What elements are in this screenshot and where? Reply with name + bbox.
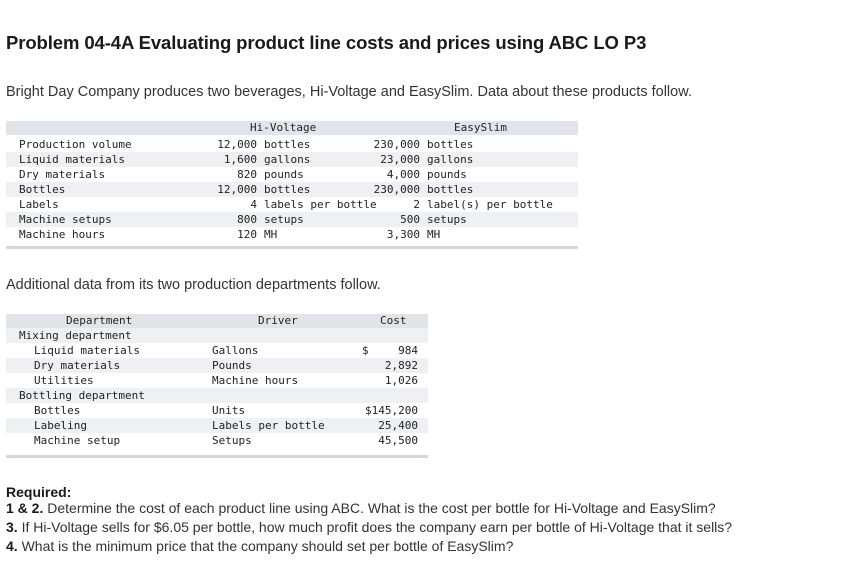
- row-label: Bottles: [19, 183, 66, 196]
- department-table-row: Utilities Machine hours 1,026: [0, 373, 430, 388]
- product-table-row: Machine hours 120 MH 3,300 MH: [0, 227, 580, 242]
- easyslim-unit: gallons: [427, 153, 474, 166]
- department-name: Utilities: [34, 374, 94, 387]
- driver-name: Machine hours: [212, 374, 299, 387]
- required-heading: Required:: [6, 484, 72, 500]
- easyslim-unit: bottles: [427, 183, 474, 196]
- department-cost: 45,500: [378, 434, 418, 447]
- department-table-row: Labeling Labels per bottle 25,400: [0, 418, 430, 433]
- easyslim-unit: setups: [427, 213, 467, 226]
- hi-voltage-unit: pounds: [264, 168, 304, 181]
- hi-voltage-unit: MH: [264, 228, 278, 241]
- row-label: Labels: [19, 198, 59, 211]
- required-item-text: If Hi-Voltage sells for $6.05 per bottle…: [17, 519, 733, 535]
- hi-voltage-quantity: 12,000: [217, 138, 257, 151]
- department-table-bottom-rule: [6, 455, 428, 458]
- easyslim-unit: label(s) per bottle: [427, 198, 553, 211]
- hi-voltage-quantity: 120: [237, 228, 257, 241]
- hi-voltage-quantity: 1,600: [223, 153, 257, 166]
- product-table-row: Production volume 12,000 bottles 230,000 bot…: [0, 137, 580, 152]
- department-cost: 984: [398, 344, 418, 357]
- hi-voltage-unit: gallons: [264, 153, 311, 166]
- header-hi-voltage: Hi-Voltage: [250, 121, 317, 134]
- hi-voltage-quantity: 4: [250, 198, 257, 211]
- dollar-sign: $: [362, 344, 369, 357]
- department-table-row: Dry materials Pounds 2,892: [0, 358, 430, 373]
- additional-data-text: Additional data from its two production …: [6, 277, 381, 293]
- hi-voltage-unit: setups: [264, 213, 304, 226]
- driver-name: Setups: [212, 434, 252, 447]
- easyslim-quantity: 3,300: [386, 228, 420, 241]
- easyslim-unit: pounds: [427, 168, 467, 181]
- driver-name: Gallons: [212, 344, 259, 357]
- department-cost: $145,200: [365, 404, 418, 417]
- product-table-row: Dry materials 820 pounds 4,000 pounds: [0, 167, 580, 182]
- department-cost: 25,400: [378, 419, 418, 432]
- product-table-row: Machine setups 800 setups 500 setups: [0, 212, 580, 227]
- department-name: Bottling department: [19, 389, 145, 402]
- product-table-row: Bottles 12,000 bottles 230,000 bottles: [0, 182, 580, 197]
- required-item: 3. If Hi-Voltage sells for $6.05 per bot…: [6, 519, 732, 535]
- header-driver: Driver: [258, 314, 298, 327]
- header-easyslim: EasySlim: [454, 121, 507, 134]
- product-table-bottom-rule: [6, 246, 578, 249]
- easyslim-unit: bottles: [427, 138, 474, 151]
- header-cost: Cost: [380, 314, 407, 327]
- department-table-row: Machine setup Setups 45,500: [0, 433, 430, 448]
- required-item-number: 4.: [6, 538, 18, 554]
- row-label: Liquid materials: [19, 153, 125, 166]
- department-name: Machine setup: [34, 434, 121, 447]
- hi-voltage-unit: bottles: [264, 138, 311, 151]
- hi-voltage-quantity: 800: [237, 213, 257, 226]
- department-table-row: Mixing department: [0, 328, 430, 343]
- department-cost: 1,026: [384, 374, 418, 387]
- row-label: Production volume: [19, 138, 132, 151]
- hi-voltage-quantity: 820: [237, 168, 257, 181]
- problem-title: Problem 04-4A Evaluating product line co…: [6, 32, 647, 53]
- easyslim-quantity: 500: [400, 213, 420, 226]
- driver-name: Labels per bottle: [212, 419, 325, 432]
- required-item-text: Determine the cost of each product line …: [43, 500, 716, 516]
- hi-voltage-unit: labels per bottle: [264, 198, 377, 211]
- driver-name: Units: [212, 404, 246, 417]
- required-item-number: 3.: [6, 519, 18, 535]
- easyslim-quantity: 230,000: [373, 138, 420, 151]
- driver-name: Pounds: [212, 359, 252, 372]
- department-name: Labeling: [34, 419, 87, 432]
- header-department: Department: [66, 314, 133, 327]
- department-name: Bottles: [34, 404, 81, 417]
- easyslim-unit: MH: [427, 228, 441, 241]
- row-label: Dry materials: [19, 168, 106, 181]
- department-table-row: Bottles Units $145,200: [0, 403, 430, 418]
- product-table-row: Liquid materials 1,600 gallons 23,000 gallon…: [0, 152, 580, 167]
- hi-voltage-unit: bottles: [264, 183, 311, 196]
- row-label: Machine setups: [19, 213, 112, 226]
- intro-text: Bright Day Company produces two beverage…: [6, 84, 692, 100]
- department-table-row: Liquid materials Gallons $984: [0, 343, 430, 358]
- required-item-number: 1 & 2.: [6, 500, 44, 516]
- department-name: Dry materials: [34, 359, 121, 372]
- easyslim-quantity: 23,000: [380, 153, 420, 166]
- easyslim-quantity: 4,000: [386, 168, 420, 181]
- product-table-row: Labels 4 labels per bottle 2 label(s) per bo…: [0, 197, 580, 212]
- easyslim-quantity: 230,000: [373, 183, 420, 196]
- easyslim-quantity: 2: [413, 198, 420, 211]
- department-table-row: Bottling department: [0, 388, 430, 403]
- required-item-text: What is the minimum price that the compa…: [17, 538, 514, 554]
- required-item: 1 & 2. Determine the cost of each produc…: [6, 500, 716, 516]
- hi-voltage-quantity: 12,000: [217, 183, 257, 196]
- department-name: Mixing department: [19, 329, 132, 342]
- department-cost: 2,892: [384, 359, 418, 372]
- department-name: Liquid materials: [34, 344, 140, 357]
- required-item: 4. What is the minimum price that the co…: [6, 538, 513, 554]
- row-label: Machine hours: [19, 228, 106, 241]
